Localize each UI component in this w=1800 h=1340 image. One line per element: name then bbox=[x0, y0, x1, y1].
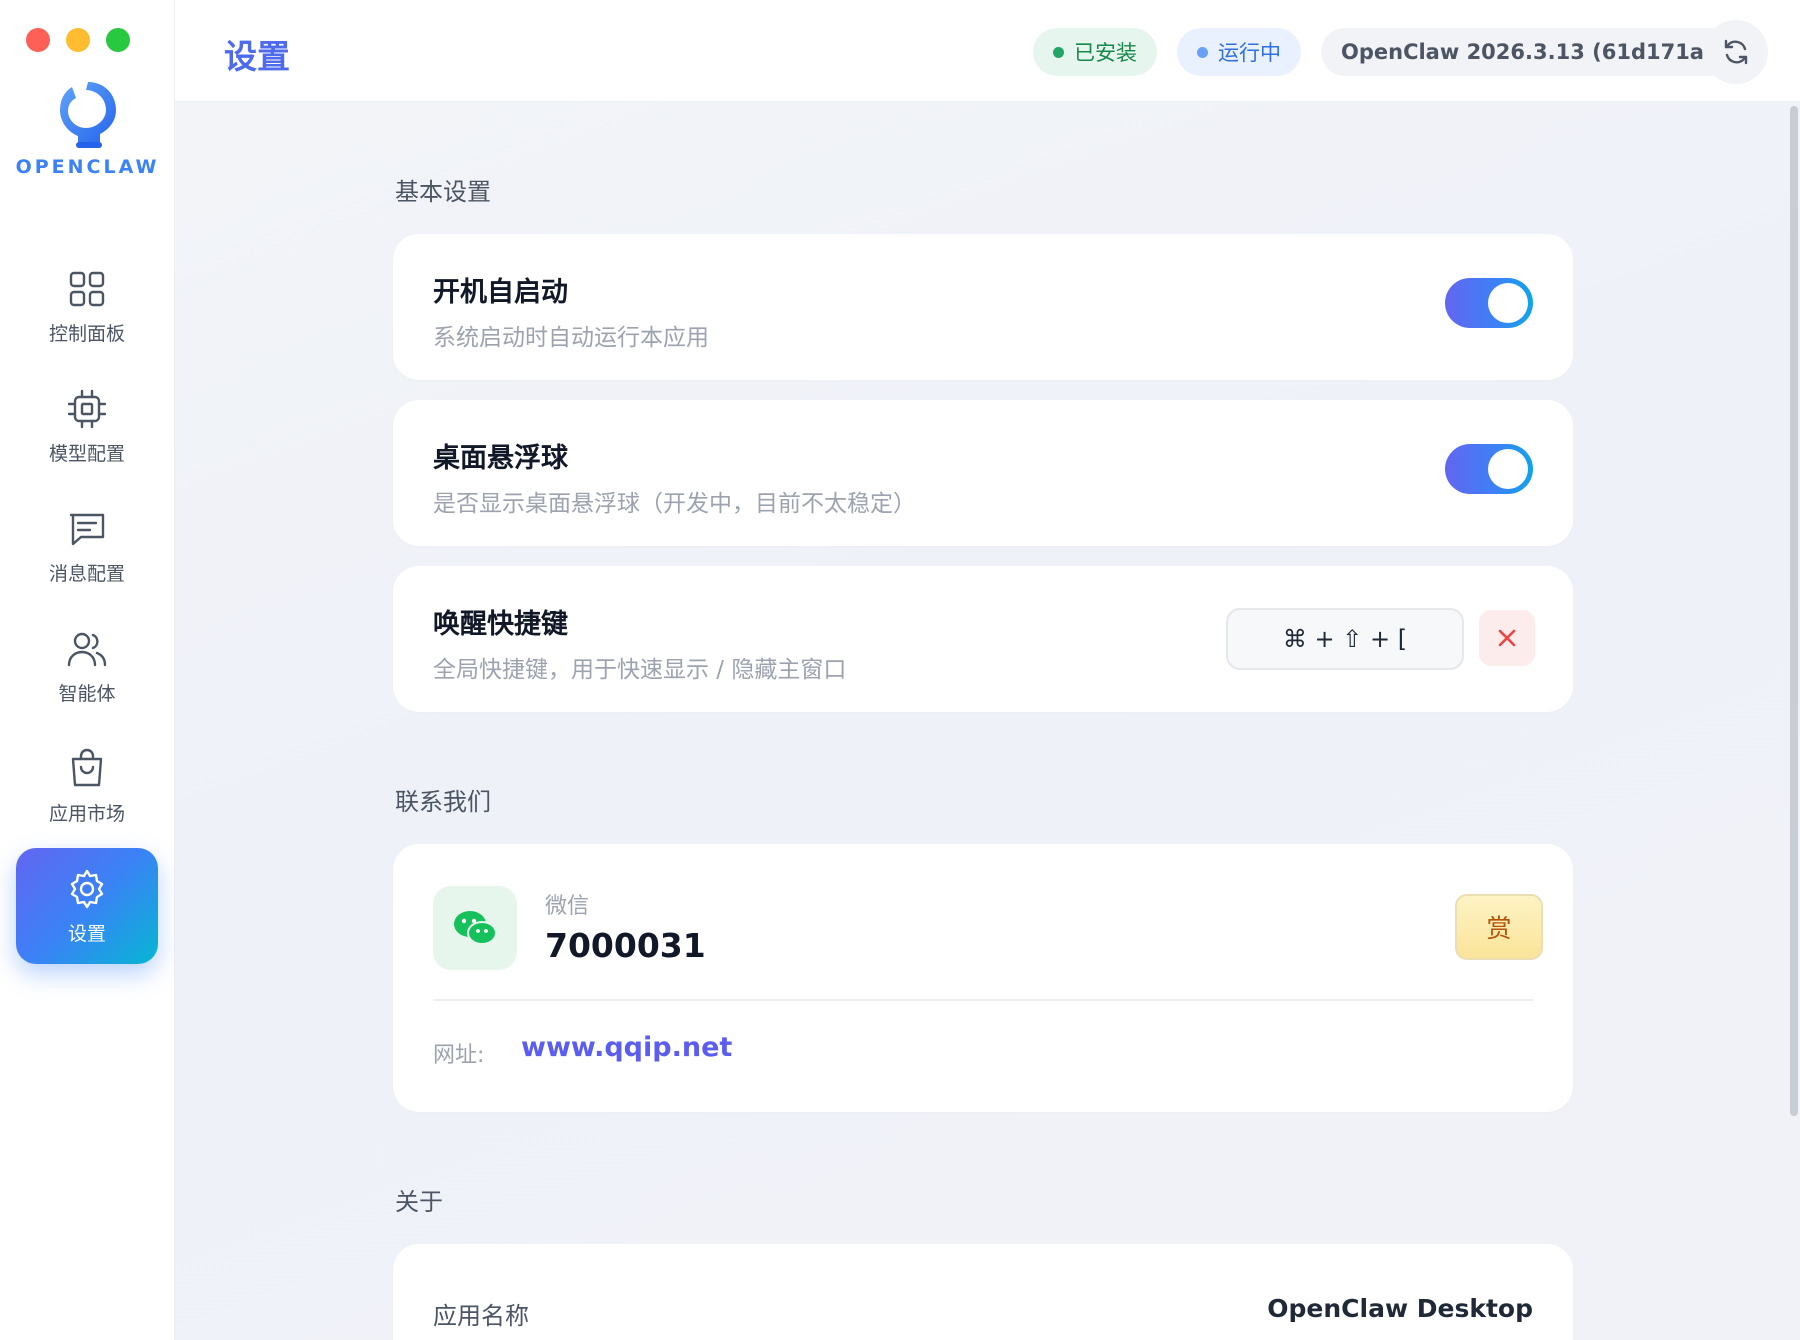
setting-card-hotkey: 唤醒快捷键 全局快捷键，用于快速显示 / 隐藏主窗口 ⌘ + ⇧ + [ bbox=[393, 566, 1573, 712]
status-badge-installed: 已安装 bbox=[1033, 28, 1157, 76]
app-name-label: 应用名称 bbox=[433, 1302, 529, 1330]
section-title-basic: 基本设置 bbox=[395, 178, 491, 206]
close-icon bbox=[1498, 629, 1516, 647]
page-title: 设置 bbox=[224, 37, 290, 76]
website-link[interactable]: www.qqip.net bbox=[521, 1032, 732, 1063]
contact-card: 微信 7000031 赏 网址: www.qqip.net bbox=[393, 844, 1573, 1112]
sidebar-item-agents[interactable]: 智能体 bbox=[16, 608, 158, 724]
wechat-icon bbox=[433, 886, 517, 970]
sidebar-item-label: 模型配置 bbox=[48, 442, 125, 465]
toggle-knob bbox=[1488, 449, 1528, 489]
sidebar-item-messages[interactable]: 消息配置 bbox=[16, 488, 158, 604]
status-text: 已安装 bbox=[1074, 41, 1137, 65]
setting-description: 是否显示桌面悬浮球（开发中，目前不太稳定） bbox=[433, 491, 916, 517]
setting-title: 唤醒快捷键 bbox=[433, 609, 568, 640]
top-header: 设置 已安装 运行中 OpenClaw 2026.3.13 (61d171a) bbox=[175, 0, 1800, 102]
floating-ball-toggle[interactable] bbox=[1445, 444, 1533, 494]
cpu-chip-icon bbox=[67, 389, 107, 428]
setting-description: 系统启动时自动运行本应用 bbox=[433, 325, 709, 351]
sidebar-item-label: 设置 bbox=[67, 922, 106, 945]
wechat-id: 7000031 bbox=[545, 926, 706, 965]
setting-card-floating-ball: 桌面悬浮球 是否显示桌面悬浮球（开发中，目前不太稳定） bbox=[393, 400, 1573, 546]
logo-text: OPENCLAW bbox=[15, 156, 160, 178]
refresh-button[interactable] bbox=[1704, 20, 1768, 84]
divider bbox=[433, 999, 1533, 1001]
sidebar-item-settings[interactable]: 设置 bbox=[16, 848, 158, 964]
website-label: 网址: bbox=[433, 1043, 485, 1068]
setting-title: 开机自启动 bbox=[433, 277, 568, 308]
setting-title: 桌面悬浮球 bbox=[433, 443, 568, 474]
sidebar-item-label: 控制面板 bbox=[48, 322, 125, 345]
status-badge-running: 运行中 bbox=[1177, 28, 1301, 76]
version-badge: OpenClaw 2026.3.13 (61d171a) bbox=[1321, 28, 1734, 76]
sidebar: OPENCLAW 控制面板 模型配置 消息配置 智能体 应用市场 设置 bbox=[0, 0, 175, 1340]
status-dot bbox=[1053, 46, 1064, 58]
close-window-button[interactable] bbox=[26, 28, 50, 52]
reward-button[interactable]: 赏 bbox=[1455, 894, 1543, 960]
sidebar-item-label: 消息配置 bbox=[48, 562, 125, 585]
minimize-window-button[interactable] bbox=[66, 28, 90, 52]
sidebar-item-app-market[interactable]: 应用市场 bbox=[16, 728, 158, 844]
toggle-knob bbox=[1488, 283, 1528, 323]
section-title-about: 关于 bbox=[395, 1188, 443, 1216]
status-dot bbox=[1197, 46, 1208, 58]
app-name-value: OpenClaw Desktop bbox=[1267, 1294, 1533, 1323]
sidebar-item-label: 应用市场 bbox=[48, 802, 125, 825]
scrollbar[interactable] bbox=[1790, 106, 1798, 1116]
openclaw-logo-icon bbox=[59, 82, 116, 148]
sidebar-item-label: 智能体 bbox=[58, 682, 116, 705]
sidebar-nav: 控制面板 模型配置 消息配置 智能体 应用市场 设置 bbox=[16, 248, 158, 968]
setting-card-autostart: 开机自启动 系统启动时自动运行本应用 bbox=[393, 234, 1573, 380]
main-content: 基本设置 开机自启动 系统启动时自动运行本应用 桌面悬浮球 是否显示桌面悬浮球（… bbox=[175, 102, 1800, 1340]
hotkey-input[interactable]: ⌘ + ⇧ + [ bbox=[1226, 608, 1464, 670]
refresh-icon bbox=[1724, 39, 1748, 65]
wechat-label: 微信 bbox=[545, 894, 590, 919]
grid-icon bbox=[69, 271, 105, 306]
users-icon bbox=[67, 632, 107, 666]
message-icon bbox=[69, 513, 105, 545]
sidebar-item-models[interactable]: 模型配置 bbox=[16, 368, 158, 484]
shopping-bag-icon bbox=[71, 748, 103, 786]
section-title-contact: 联系我们 bbox=[395, 788, 491, 816]
sidebar-item-dashboard[interactable]: 控制面板 bbox=[16, 248, 158, 364]
autostart-toggle[interactable] bbox=[1445, 278, 1533, 328]
status-text: 运行中 bbox=[1218, 41, 1281, 65]
clear-hotkey-button[interactable] bbox=[1479, 610, 1535, 666]
version-text: OpenClaw 2026.3.13 (61d171a) bbox=[1341, 40, 1714, 64]
window-controls bbox=[26, 28, 130, 52]
zoom-window-button[interactable] bbox=[106, 28, 130, 52]
setting-description: 全局快捷键，用于快速显示 / 隐藏主窗口 bbox=[433, 657, 847, 683]
about-card: 应用名称 OpenClaw Desktop bbox=[393, 1244, 1573, 1340]
app-logo: OPENCLAW bbox=[0, 76, 175, 178]
gear-icon bbox=[70, 869, 104, 908]
